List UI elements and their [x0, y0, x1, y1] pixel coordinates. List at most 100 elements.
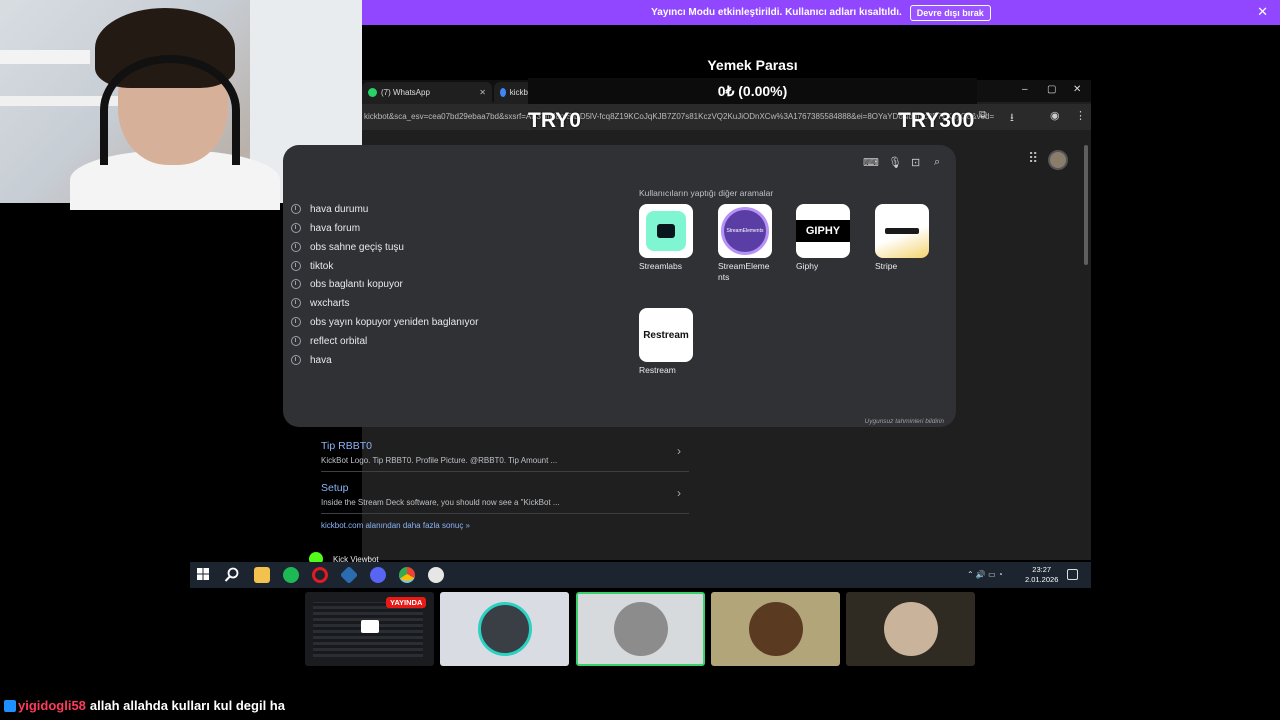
chrome-icon[interactable]: [399, 567, 415, 583]
chevron-right-icon[interactable]: ›: [677, 486, 681, 500]
extensions-icon[interactable]: ⧉: [979, 109, 987, 122]
history-icon: [291, 204, 301, 214]
search-result[interactable]: Setup Inside the Stream Deck software, y…: [321, 482, 689, 507]
maximize-icon[interactable]: ▢: [1047, 84, 1056, 95]
tab-whatsapp[interactable]: (7) WhatsApp ✕: [362, 82, 492, 102]
opera-icon[interactable]: [312, 567, 328, 583]
suggestion-card-stripe[interactable]: Stripe: [875, 204, 929, 272]
search-dropdown: ⌨ 🎙 ⊡ ⌕ hava durumu hava forum obs sahne g…: [283, 145, 956, 427]
suggestion-item[interactable]: obs yayın kopuyor yeniden baglanıyor: [291, 313, 478, 331]
suggestion-label: tiktok: [310, 260, 334, 272]
chat-username[interactable]: yigidogli58: [18, 698, 86, 713]
lens-icon[interactable]: ⊡: [911, 156, 920, 169]
streamlabs-logo: [639, 204, 693, 258]
monitor-icon: [361, 620, 379, 633]
suggestion-item[interactable]: reflect orbital: [291, 332, 367, 350]
goal-amount: 0₺ (0.00%): [528, 78, 977, 104]
thumbnail-avatar-4[interactable]: [846, 592, 975, 666]
chrome-icon: [500, 87, 506, 97]
restream-logo: Restream: [639, 308, 693, 362]
card-label: Stripe: [875, 261, 898, 271]
thumbnail-avatar-3[interactable]: [711, 592, 840, 666]
chevron-right-icon[interactable]: ›: [677, 444, 681, 458]
suggestion-item[interactable]: hava forum: [291, 219, 360, 237]
divider: [321, 513, 689, 514]
keyboard-icon[interactable]: ⌨: [863, 156, 879, 169]
thumbnail-avatar-2[interactable]: [576, 592, 705, 666]
streamer-mode-bar: Yayıncı Modu etkinleştirildi. Kullanıcı …: [362, 0, 1280, 25]
clock[interactable]: 23:27 2.01.2026: [1025, 565, 1058, 585]
download-icon[interactable]: ⭳: [1010, 109, 1014, 128]
file-explorer-icon[interactable]: [254, 567, 270, 583]
disable-button[interactable]: Devre dışı bırak: [909, 4, 991, 21]
suggestion-card-giphy[interactable]: GIPHY Giphy: [796, 204, 850, 272]
suggestion-label: obs yayın kopuyor yeniden baglanıyor: [310, 316, 479, 328]
stream-canvas: Yayıncı Modu etkinleştirildi. Kullanıcı …: [0, 0, 1280, 720]
suggestion-card-restream[interactable]: Restream Restream: [639, 308, 693, 376]
suggestion-label: obs baglantı kopuyor: [310, 278, 403, 290]
thumbnail-avatar-1[interactable]: [440, 592, 569, 666]
scrollbar[interactable]: [1083, 135, 1089, 557]
history-icon: [291, 317, 301, 327]
avatar[interactable]: [1048, 150, 1068, 170]
suggestion-label: hava forum: [310, 222, 361, 234]
clock-time: 23:27: [1032, 565, 1052, 574]
card-label: Streamlabs: [639, 261, 682, 271]
tab-label: (7) WhatsApp: [381, 87, 430, 97]
notification-icon[interactable]: [1067, 569, 1078, 580]
giphy-logo: GIPHY: [796, 204, 850, 258]
obs-icon[interactable]: [428, 567, 444, 583]
suggestion-label: reflect orbital: [310, 335, 368, 347]
history-icon: [291, 298, 301, 308]
history-icon: [291, 355, 301, 365]
result-desc: Inside the Stream Deck software, you sho…: [321, 498, 560, 507]
suggestion-card-streamelements[interactable]: StreamElements StreamElements: [718, 204, 772, 283]
history-icon: [291, 242, 301, 252]
goal-title: Yemek Parası: [707, 57, 798, 73]
result-title[interactable]: Tip RBBT0: [321, 440, 689, 452]
clock-date: 2.01.2026: [1025, 575, 1059, 584]
discord-icon[interactable]: [370, 567, 386, 583]
tab-label: kickb: [509, 87, 528, 97]
search-result[interactable]: Tip RBBT0 KickBot Logo. Tip RBBT0. Profi…: [321, 440, 689, 465]
live-badge: YAYINDA: [386, 597, 427, 608]
suggestion-label: obs sahne geçiş tuşu: [310, 241, 404, 253]
suggestion-item[interactable]: obs sahne geçiş tuşu: [291, 238, 404, 256]
apps-grid-icon[interactable]: ⠿: [1028, 150, 1038, 167]
app-icon[interactable]: [339, 565, 359, 585]
streamelements-logo: StreamElements: [718, 204, 772, 258]
result-title[interactable]: Setup: [321, 482, 689, 494]
close-icon[interactable]: ✕: [1257, 4, 1268, 20]
profile-icon[interactable]: ◉: [1050, 109, 1060, 122]
suggestion-card-streamlabs[interactable]: Streamlabs: [639, 204, 693, 272]
window-close-icon[interactable]: ✕: [1073, 84, 1081, 95]
history-icon: [291, 223, 301, 233]
history-icon: [291, 261, 301, 271]
report-link[interactable]: Uygunsuz tahminleri bildirin: [865, 418, 944, 425]
card-label: StreamElements: [718, 261, 770, 282]
result-desc: KickBot Logo. Tip RBBT0. Profile Picture…: [321, 456, 558, 465]
system-tray[interactable]: ⌃ 🔊 ▭ ◔: [967, 570, 1003, 579]
suggestion-item[interactable]: hava durumu: [291, 200, 368, 218]
spotify-icon[interactable]: [283, 567, 299, 583]
search-icon[interactable]: [224, 567, 240, 583]
close-tab-icon[interactable]: ✕: [479, 88, 486, 97]
minimize-icon[interactable]: –: [1022, 84, 1028, 95]
suggestion-item[interactable]: tiktok: [291, 257, 333, 275]
goal-end-label: TRY300: [898, 109, 975, 132]
more-results-link[interactable]: kickbot.com alanından daha fazla sonuç »: [321, 521, 470, 530]
menu-icon[interactable]: ⋮: [1075, 109, 1086, 122]
search-icon[interactable]: ⌕: [934, 156, 940, 169]
divider: [321, 471, 689, 472]
card-label: Giphy: [796, 261, 819, 271]
suggestion-item[interactable]: wxcharts: [291, 294, 349, 312]
windows-start-icon[interactable]: [196, 567, 212, 583]
microphone-icon[interactable]: 🎙: [888, 156, 902, 169]
history-icon: [291, 336, 301, 346]
chat-badge-icon: [4, 699, 16, 712]
suggestion-item[interactable]: obs baglantı kopuyor: [291, 275, 403, 293]
chat-text: allah allahda kulları kul degil ha: [89, 698, 285, 713]
suggestion-item[interactable]: hava: [291, 351, 332, 369]
taskbar: ⌃ 🔊 ▭ ◔ 23:27 2.01.2026: [190, 562, 1091, 588]
stripe-logo: [875, 204, 929, 258]
